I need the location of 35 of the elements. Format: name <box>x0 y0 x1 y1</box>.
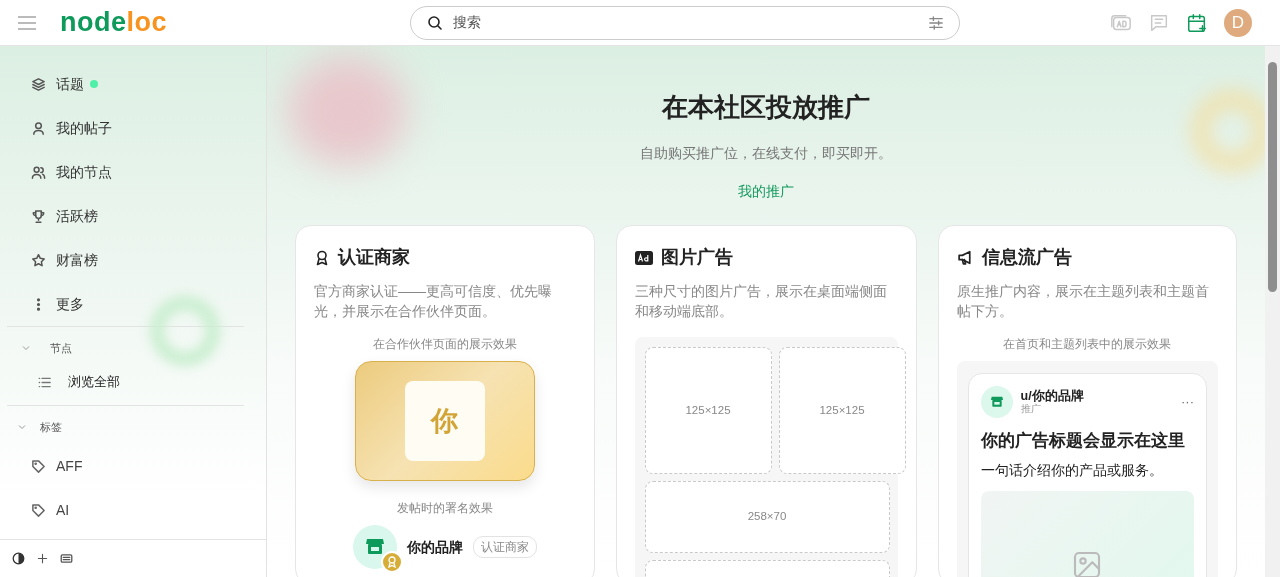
card-title: 认证商家 <box>338 246 410 269</box>
sidebar-item[interactable]: 我的帖子 <box>56 117 112 139</box>
brand-name: 你的品牌 <box>406 537 463 557</box>
page-subtitle: 自助购买推广位，在线支付，即买即开。 <box>640 144 892 163</box>
sidebar-item[interactable]: 更多 <box>56 293 84 315</box>
section-heading[interactable]: 节点 <box>50 339 72 357</box>
page-title: 在本社区投放推广 <box>662 91 870 124</box>
sidebar-item[interactable]: AFF <box>56 455 83 477</box>
more-menu[interactable]: ··· <box>1181 392 1194 412</box>
ad-slot: 125×125 <box>644 347 772 474</box>
card-description: 三种尺寸的图片广告，展示在桌面端侧面和移动端底部。 <box>634 282 888 321</box>
sidebar-item[interactable]: 财富榜 <box>56 249 98 271</box>
logo[interactable]: nodeloc <box>60 9 167 36</box>
sidebar-item[interactable]: AI <box>56 499 70 521</box>
ad-slot: 125×125 <box>778 347 906 474</box>
post-author: u/你的品牌 <box>1020 389 1084 403</box>
preview-caption: 发帖时的署名效果 <box>396 500 493 517</box>
post-body: 一句话介绍你的产品或服务。 <box>980 460 1164 480</box>
ad-slot: 258×70 <box>644 481 890 553</box>
sidebar-item[interactable]: 我的节点 <box>56 161 112 183</box>
merchant-badge: 认证商家 <box>472 536 537 558</box>
tile-letter: 你 <box>404 381 485 461</box>
promoted-label: 推广 <box>1020 403 1042 415</box>
sidebar-item[interactable]: 浏览全部 <box>68 372 120 392</box>
search-field[interactable]: 搜索 <box>451 11 921 34</box>
card-title: 图片广告 <box>660 246 733 269</box>
card-description: 官方商家认证——更高可信度、优先曝光，并展示在合作伙伴页面。 <box>314 282 553 321</box>
card-title: 信息流广告 <box>981 246 1072 269</box>
sidebar-item[interactable]: 话题 <box>56 73 98 95</box>
preview-caption: 在首页和主题列表中的展示效果 <box>1002 336 1173 353</box>
card-description: 原生推广内容，展示在主题列表和主题首帖下方。 <box>956 282 1210 321</box>
post-headline: 你的广告标题会显示在这里 <box>980 430 1186 452</box>
preview-caption: 在合作伙伴页面的展示效果 <box>372 336 517 353</box>
sidebar-item[interactable]: 活跃榜 <box>56 205 98 227</box>
section-heading[interactable]: 标签 <box>40 418 62 436</box>
